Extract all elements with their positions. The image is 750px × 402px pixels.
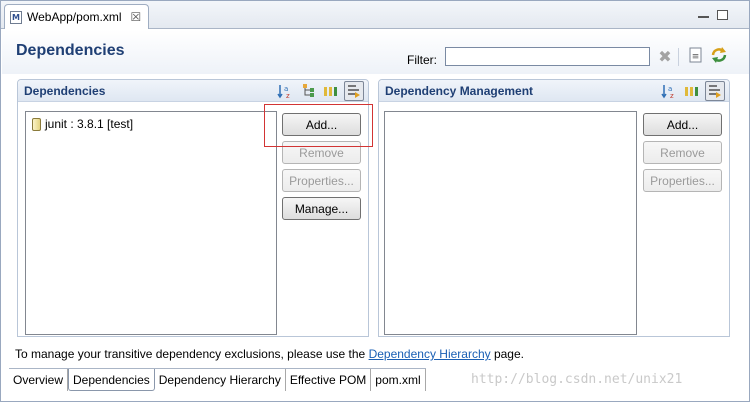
editor-tab-label: WebApp/pom.xml <box>27 10 122 24</box>
hint-prefix: To manage your transitive dependency exc… <box>15 347 369 361</box>
svg-text:z: z <box>286 92 290 99</box>
tab-overview[interactable]: Overview <box>9 369 69 391</box>
page-header: Dependencies Filter: ✖ ≡ <box>2 30 749 74</box>
watermark: http://blog.csdn.net/unix21 <box>471 372 683 387</box>
remove-managed-dependency-button[interactable]: Remove <box>643 141 722 164</box>
dependency-hierarchy-link[interactable]: Dependency Hierarchy <box>369 347 491 361</box>
dependency-properties-button[interactable]: Properties... <box>282 169 361 192</box>
dependencies-section-title: Dependencies <box>24 84 106 98</box>
pom-icon[interactable]: ≡ <box>687 46 705 64</box>
minimize-icon[interactable] <box>698 13 709 18</box>
page-title: Dependencies <box>16 42 125 59</box>
editor-tab-pom[interactable]: M WebApp/pom.xml ☒ <box>4 4 149 29</box>
show-artifact-icon[interactable] <box>682 81 702 101</box>
editor-page-tabs: Overview Dependencies Dependency Hierarc… <box>9 368 426 391</box>
managed-properties-button[interactable]: Properties... <box>643 169 722 192</box>
show-groupid-icon[interactable] <box>298 81 318 101</box>
dependency-management-toolbar: az <box>659 81 725 101</box>
dependency-label: junit : 3.8.1 [test] <box>45 117 134 131</box>
dependencies-section-header: Dependencies az <box>18 80 368 102</box>
manage-dependencies-button[interactable]: Manage... <box>282 197 361 220</box>
maven-pom-icon: M <box>10 10 22 24</box>
sort-alpha-icon[interactable]: az <box>659 81 679 101</box>
dependency-management-title: Dependency Management <box>385 84 534 98</box>
highlight-box <box>264 104 373 147</box>
dependencies-toolbar: az <box>275 81 364 101</box>
filter-toggle-icon[interactable] <box>705 81 725 101</box>
maximize-icon[interactable] <box>717 10 728 20</box>
list-item[interactable]: junit : 3.8.1 [test] <box>32 117 133 131</box>
editor-window: M WebApp/pom.xml ☒ Dependencies Filter: … <box>0 0 750 402</box>
tab-dependencies[interactable]: Dependencies <box>68 369 155 391</box>
jar-icon <box>32 117 41 131</box>
filter-label: Filter: <box>407 53 437 67</box>
exclusions-hint: To manage your transitive dependency exc… <box>15 347 524 361</box>
tab-pom-xml[interactable]: pom.xml <box>371 369 426 391</box>
refresh-icon[interactable] <box>710 46 728 64</box>
toolbar-divider <box>678 48 679 66</box>
dependency-management-header: Dependency Management az <box>379 80 729 102</box>
show-artifact-icon[interactable] <box>321 81 341 101</box>
dependencies-list[interactable]: junit : 3.8.1 [test] <box>25 111 277 335</box>
tab-effective-pom[interactable]: Effective POM <box>285 369 372 391</box>
add-managed-dependency-button[interactable]: Add... <box>643 113 722 136</box>
tab-dependency-hierarchy[interactable]: Dependency Hierarchy <box>154 369 286 391</box>
filter-input[interactable] <box>445 47 650 66</box>
close-icon[interactable]: ☒ <box>130 10 141 24</box>
svg-text:≡: ≡ <box>692 52 700 62</box>
filter-toggle-icon[interactable] <box>344 81 364 101</box>
sort-alpha-icon[interactable]: az <box>275 81 295 101</box>
editor-tab-strip: M WebApp/pom.xml ☒ <box>1 1 749 29</box>
svg-text:z: z <box>670 92 674 99</box>
dependency-management-list[interactable] <box>384 111 637 335</box>
hint-suffix: page. <box>490 347 524 361</box>
clear-filter-icon[interactable]: ✖ <box>657 50 673 66</box>
